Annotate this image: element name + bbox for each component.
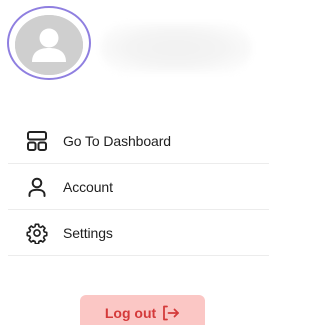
- menu-item-dashboard[interactable]: Go To Dashboard: [8, 118, 269, 164]
- menu-item-settings[interactable]: Settings: [8, 210, 269, 256]
- menu-item-account[interactable]: Account: [8, 164, 269, 210]
- user-icon: [26, 176, 48, 198]
- profile-menu: Go To Dashboard Account Settings: [8, 118, 269, 256]
- logout-arrow-icon: [162, 305, 180, 321]
- menu-item-label: Settings: [63, 224, 113, 241]
- avatar: [15, 15, 83, 75]
- profile-menu-panel: Go To Dashboard Account Settings Log out: [0, 0, 269, 325]
- gear-icon: [26, 222, 48, 244]
- logout-button[interactable]: Log out: [80, 295, 205, 325]
- profile-header: [7, 6, 269, 80]
- avatar-ring[interactable]: [7, 6, 91, 80]
- menu-item-label: Go To Dashboard: [63, 132, 171, 149]
- logout-label: Log out: [104, 305, 157, 321]
- user-avatar-icon: [15, 15, 83, 75]
- menu-item-label: Account: [63, 178, 113, 195]
- dashboard-icon: [26, 130, 48, 152]
- blurred-user-name: [100, 23, 252, 73]
